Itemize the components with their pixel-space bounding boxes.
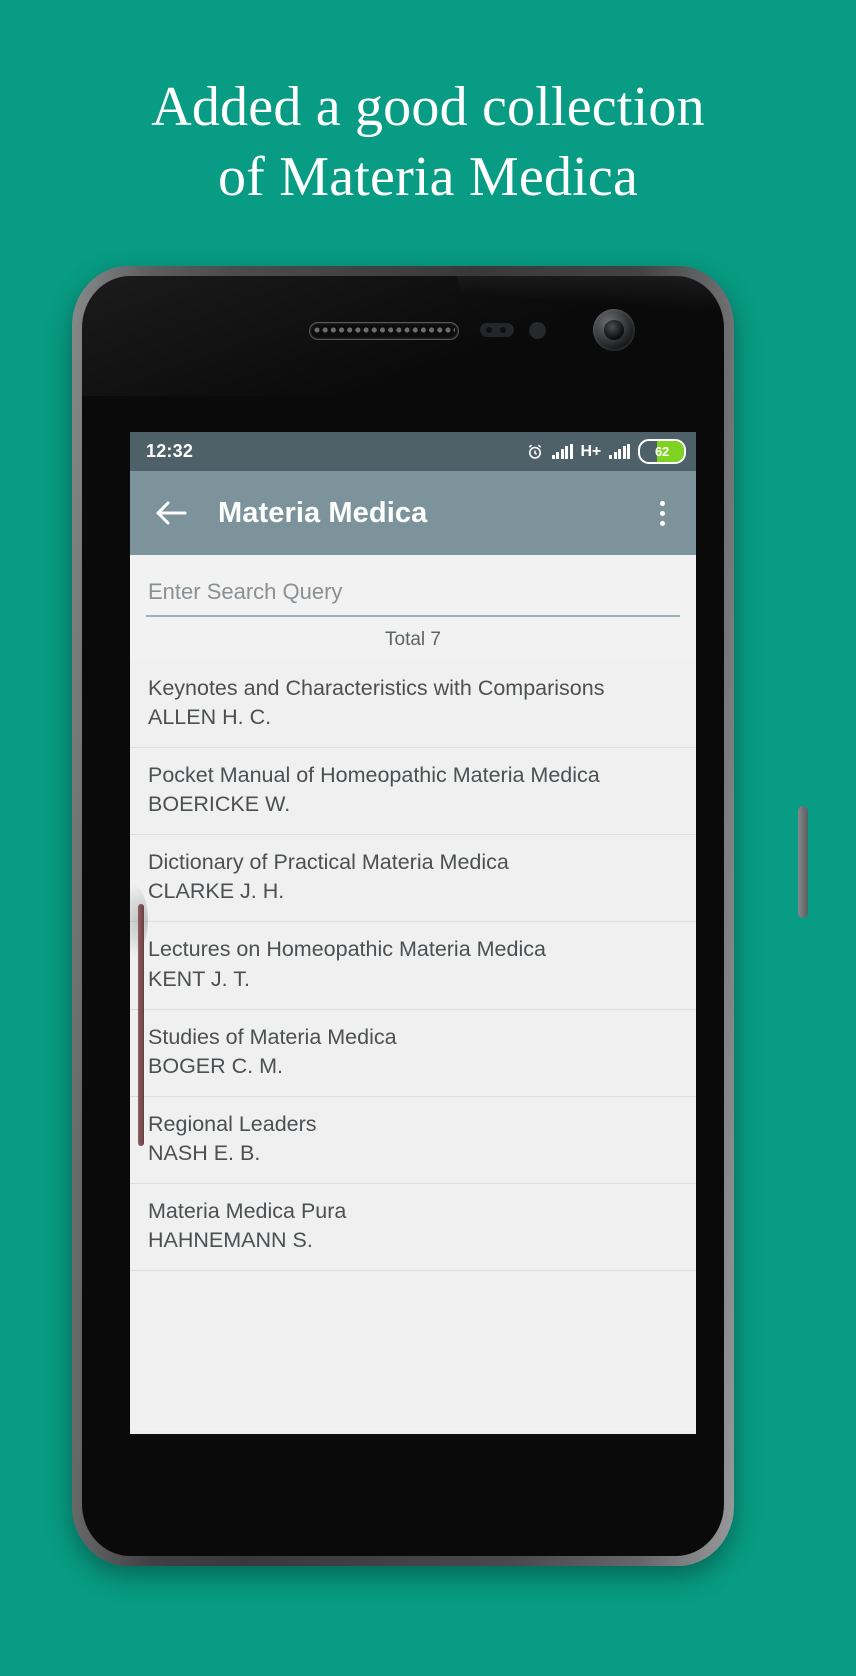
proximity-sensor-icon (480, 323, 514, 337)
list-item-author: ALLEN H. C. (148, 705, 272, 730)
list-item[interactable]: Lectures on Homeopathic Materia Medica K… (130, 922, 696, 1010)
list-item-title: Regional Leaders (148, 1111, 317, 1136)
list-item-title: Studies of Materia Medica (148, 1024, 397, 1049)
power-button[interactable] (798, 806, 808, 918)
network-type-label: H+ (580, 442, 602, 460)
list-item-title: Pocket Manual of Homeopathic Materia Med… (148, 763, 600, 788)
back-arrow-icon[interactable] (148, 490, 194, 536)
battery-percent-label: 62 (654, 444, 670, 459)
list-item-author: NASH E. B. (148, 1140, 261, 1165)
light-sensor-icon (529, 322, 546, 339)
book-list[interactable]: Keynotes and Characteristics with Compar… (130, 661, 696, 1432)
list-item[interactable]: Regional Leaders NASH E. B. (130, 1097, 696, 1184)
status-bar: 12:32 H+ 62 (130, 432, 696, 471)
search-container (130, 555, 696, 617)
earpiece-speaker-icon (309, 322, 459, 340)
list-item-title: Dictionary of Practical Materia Medica (148, 850, 509, 875)
list-item[interactable]: Studies of Materia Medica BOGER C. M. (130, 1010, 696, 1097)
list-item-author: HAHNEMANN S. (148, 1228, 313, 1253)
list-item[interactable]: Keynotes and Characteristics with Compar… (130, 661, 696, 749)
alarm-clock-icon (526, 443, 544, 461)
list-item[interactable]: Materia Medica Pura HAHNEMANN S. (130, 1184, 696, 1272)
phone-mockup: 12:32 H+ 62 Materia Medica Enter Search … (72, 266, 808, 1566)
promo-screenshot: Added a good collection of Materia Medic… (0, 0, 856, 1676)
status-icons: H+ 62 (526, 439, 686, 464)
total-count-label: Total 7 (130, 617, 696, 661)
list-item-title: Lectures on Homeopathic Materia Medica (148, 937, 546, 962)
overflow-menu-icon[interactable] (642, 490, 682, 536)
volume-button[interactable] (138, 904, 144, 1146)
app-bar: Materia Medica (130, 471, 696, 555)
list-item-title: Keynotes and Characteristics with Compar… (148, 676, 605, 700)
app-bar-title: Materia Medica (218, 496, 428, 529)
headline-line-2: of Materia Medica (217, 146, 639, 208)
phone-screen: 12:32 H+ 62 Materia Medica Enter Search … (130, 432, 696, 1434)
list-item[interactable]: Pocket Manual of Homeopathic Materia Med… (130, 748, 696, 836)
list-item-author: CLARKE J. H. (148, 879, 285, 904)
list-item-author: KENT J. T. (148, 966, 250, 991)
list-empty-space (130, 1271, 696, 1432)
status-clock: 12:32 (146, 441, 194, 461)
list-item[interactable]: Dictionary of Practical Materia Medica C… (130, 835, 696, 923)
battery-icon: 62 (638, 439, 686, 464)
list-item-author: BOGER C. M. (148, 1053, 283, 1078)
signal-bars-icon-2 (609, 444, 630, 459)
list-item-title: Materia Medica Pura (148, 1198, 347, 1223)
front-camera-icon (593, 309, 635, 351)
search-input[interactable] (146, 571, 680, 617)
phone-body: 12:32 H+ 62 Materia Medica Enter Search … (82, 276, 724, 1556)
signal-bars-icon-1 (551, 444, 573, 459)
headline-line-1: Added a good collection (151, 76, 705, 138)
page-title: Added a good collection of Materia Medic… (0, 72, 856, 212)
list-item-author: BOERICKE W. (148, 792, 291, 817)
